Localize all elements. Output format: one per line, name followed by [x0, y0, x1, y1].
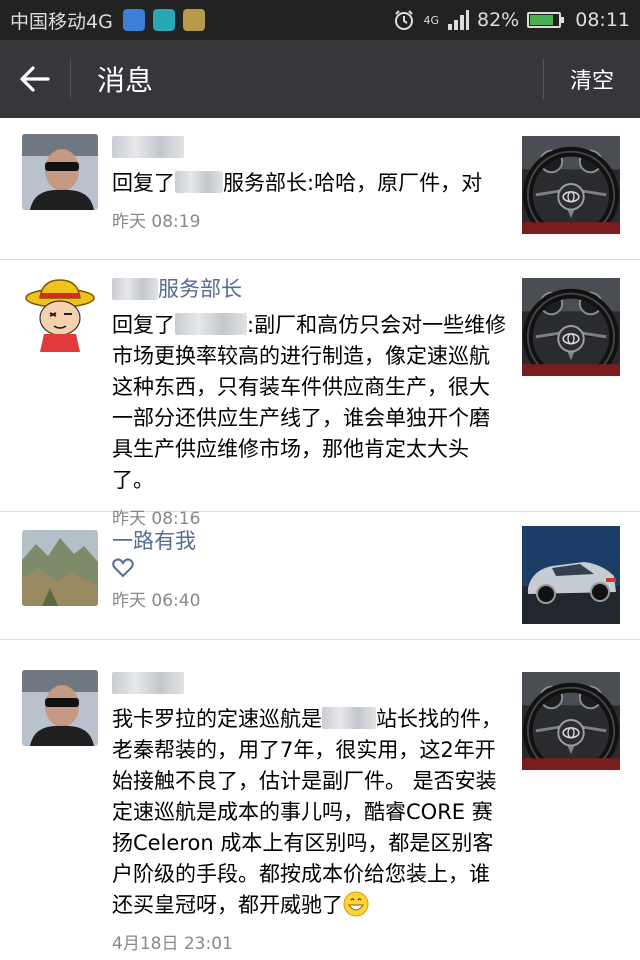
app-bar-divider	[70, 59, 71, 99]
message-list: 回复了 服务部长:哈哈，原厂件，对 昨天 08:19 服务部长 回复了:副厂和高仿…	[0, 118, 640, 960]
message-time: 4月18日 23:01	[112, 934, 233, 954]
message-item[interactable]: 一路有我 昨天 06:40	[0, 512, 640, 640]
message-time: 昨天 06:40	[112, 591, 201, 611]
post-thumbnail[interactable]	[522, 136, 620, 234]
battery-percent: 82%	[477, 9, 520, 31]
message-content: 我卡罗拉的定速巡航是 站长找的件，老秦帮装的，用了7年，很实用，这2年开始接触不良…	[112, 707, 502, 917]
message-item[interactable]: 回复了 服务部长:哈哈，原厂件，对 昨天 08:19	[0, 118, 640, 260]
cloud-notification-icon	[152, 9, 175, 31]
blurred-name	[175, 171, 223, 193]
message-content: 回复了:副厂和高仿只会对一些维修市场更换率较高的进行制造，像定速巡航这种东西，只…	[112, 313, 507, 492]
page-title: 消息	[97, 64, 154, 97]
message-time: 昨天 08:19	[112, 212, 201, 232]
message-item[interactable]: 服务部长 回复了:副厂和高仿只会对一些维修市场更换率较高的进行制造，像定速巡航这…	[0, 260, 640, 529]
status-bar: 中国移动4G 4G 82% 08:11	[0, 0, 640, 40]
heart-icon	[112, 558, 134, 578]
post-thumbnail[interactable]	[522, 278, 620, 376]
user-avatar[interactable]	[22, 670, 98, 746]
alarm-icon	[395, 10, 414, 30]
post-thumbnail[interactable]	[522, 672, 620, 770]
blurred-name	[112, 278, 158, 300]
like-indicator	[112, 558, 510, 582]
signal-icon	[448, 10, 469, 30]
message-content: 回复了 服务部长:哈哈，原厂件，对	[112, 171, 483, 195]
sender-name[interactable]	[112, 668, 510, 698]
back-arrow-icon	[20, 66, 50, 92]
app-notification-icon	[122, 9, 145, 31]
message-item[interactable]: 我卡罗拉的定速巡航是 站长找的件，老秦帮装的，用了7年，很实用，这2年开始接触不良…	[0, 640, 640, 960]
back-button[interactable]	[0, 40, 70, 118]
user-avatar[interactable]	[22, 276, 98, 352]
clock: 08:11	[575, 9, 630, 31]
network-type-label: 4G	[423, 13, 439, 27]
clear-button[interactable]: 清空	[544, 63, 640, 95]
app-bar: 消息 清空	[0, 40, 640, 118]
battery-level-fill	[530, 15, 554, 25]
user-avatar[interactable]	[22, 134, 98, 210]
blurred-name	[175, 313, 247, 335]
user-avatar[interactable]	[22, 530, 98, 606]
sender-name[interactable]	[112, 132, 510, 162]
grin-emoji	[343, 891, 369, 917]
sender-name[interactable]: 一路有我	[112, 526, 510, 556]
sender-name[interactable]: 服务部长	[112, 274, 510, 304]
blurred-name	[322, 707, 376, 729]
carrier-label: 中国移动4G	[10, 10, 113, 33]
blurred-name	[112, 136, 184, 158]
post-thumbnail[interactable]	[522, 526, 620, 624]
weibo-notification-icon	[182, 9, 205, 31]
battery-icon	[527, 12, 565, 28]
blurred-name	[112, 672, 184, 694]
